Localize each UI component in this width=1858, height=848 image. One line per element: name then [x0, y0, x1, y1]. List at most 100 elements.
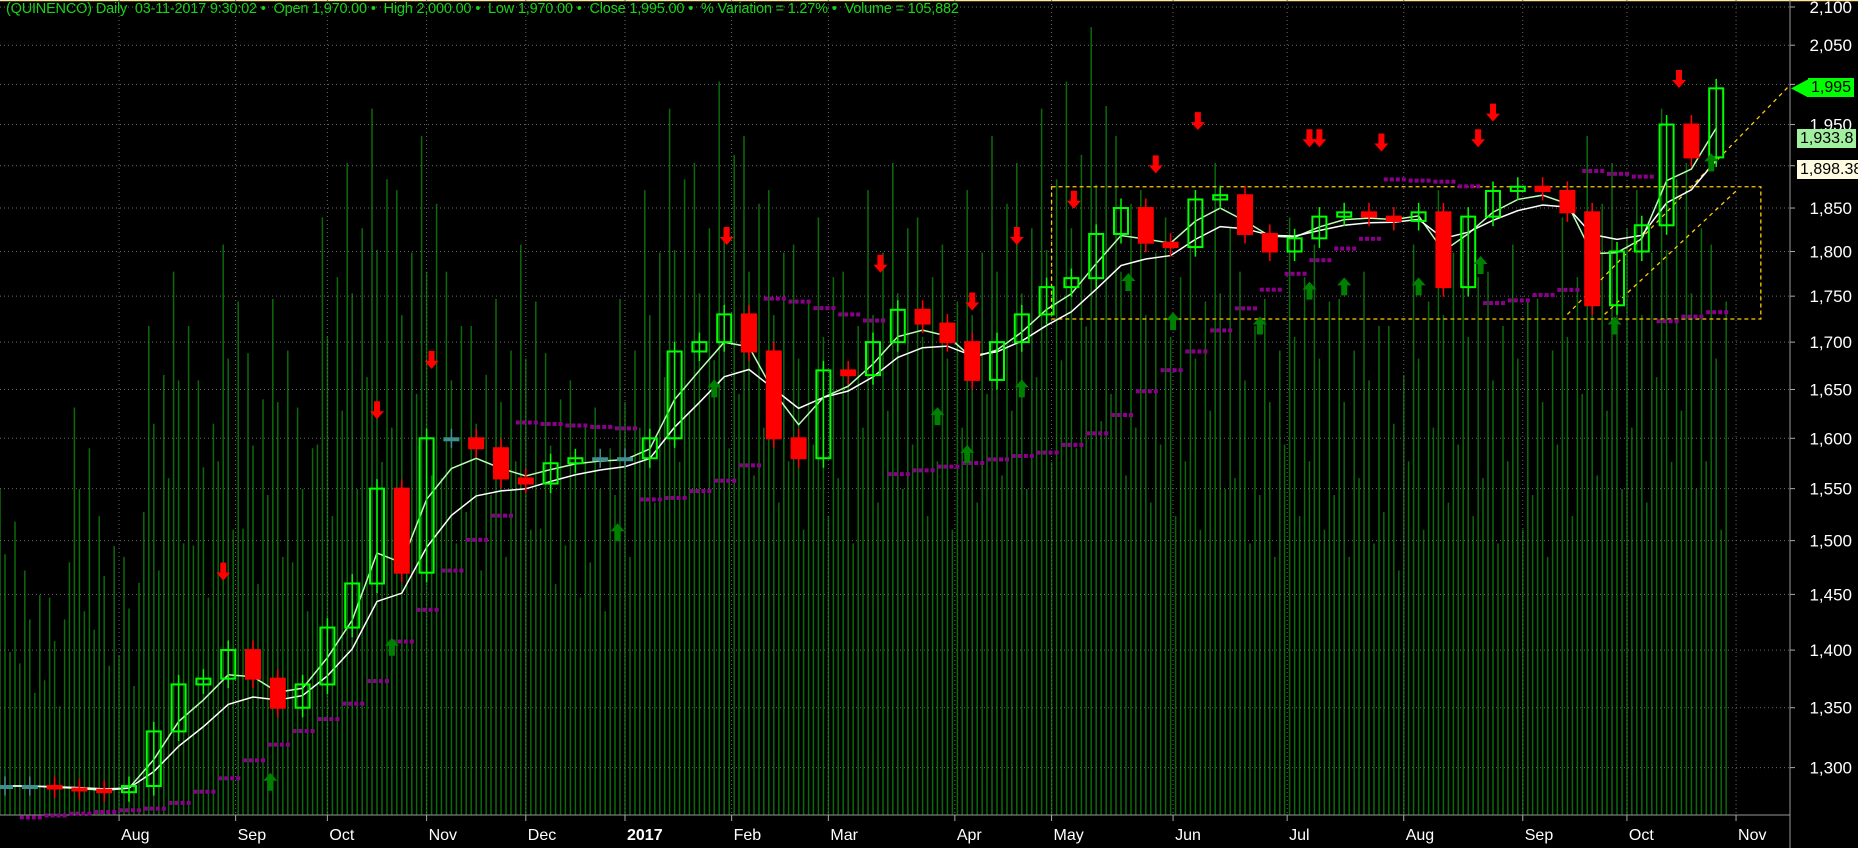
sar-dot: [552, 422, 557, 427]
sar-dot: [912, 468, 917, 473]
candle: [46, 785, 63, 790]
sar-dot: [56, 813, 61, 818]
candle: [1237, 194, 1253, 235]
candle: [741, 313, 757, 353]
sar-dot: [1067, 442, 1072, 447]
sar-dot: [1569, 287, 1574, 292]
sar-dot: [211, 789, 216, 794]
sar-dot: [403, 639, 408, 644]
sar-dot: [1141, 389, 1146, 394]
sar-dot: [459, 568, 464, 573]
sar-dot: [701, 489, 706, 494]
interval: Daily: [95, 1, 128, 17]
sar-dot: [149, 806, 154, 811]
y-tick-label: 1,550: [1809, 480, 1852, 499]
sar-dot: [905, 472, 910, 477]
sar-dot: [1594, 168, 1599, 173]
candle: [592, 457, 609, 462]
chart-header: (QUINENCO) Daily 03-11-2017 9:30:02 • Open…: [6, 1, 963, 17]
y-tick-label: 1,600: [1809, 429, 1852, 448]
sar-dot: [875, 318, 879, 323]
sar-dot: [788, 299, 793, 304]
sar-dot: [143, 806, 148, 811]
sar-dot: [168, 800, 173, 805]
x-tick-label: Apr: [957, 827, 983, 844]
separator: •: [260, 1, 266, 17]
sar-dot: [1210, 328, 1215, 333]
sar-dot: [503, 513, 507, 518]
sar-dot: [943, 464, 948, 469]
sar-dot: [602, 424, 607, 429]
x-tick-label: Nov: [429, 827, 457, 844]
sar-dot: [689, 489, 694, 494]
sar-dot: [180, 800, 185, 805]
sar-dot: [1334, 246, 1339, 251]
sar-dot: [825, 306, 830, 311]
sar-dot: [1185, 349, 1190, 354]
sar-dot: [428, 607, 433, 612]
candle: [493, 447, 509, 480]
sar-dot: [1712, 310, 1717, 315]
sar-dot: [193, 789, 198, 794]
sar-dot: [1451, 179, 1456, 184]
sar-dot: [515, 420, 520, 425]
sar-dot: [745, 463, 749, 468]
sar-dot: [1178, 368, 1183, 373]
sar-dot: [806, 299, 811, 304]
sar-dot: [1029, 453, 1034, 458]
sar-dot: [1061, 442, 1066, 447]
sar-dot: [645, 497, 650, 502]
sar-dot: [174, 800, 179, 805]
sar-dot: [1147, 389, 1152, 394]
sar-dot: [69, 811, 74, 816]
x-tick-label: 2017: [627, 827, 663, 844]
sar-dot: [466, 537, 471, 542]
candle: [71, 787, 88, 792]
sar-dot: [310, 729, 315, 734]
x-tick-label: Feb: [734, 827, 762, 844]
sar-dot: [335, 717, 340, 722]
sar-dot: [1092, 431, 1097, 436]
sar-dot: [367, 679, 371, 684]
sar-dot: [695, 489, 700, 494]
sar-dot: [1439, 179, 1444, 184]
sar-dot: [329, 717, 334, 722]
sar-dot: [1426, 178, 1431, 183]
y-tick-label: 1,650: [1809, 380, 1852, 399]
sar-dot: [1036, 450, 1041, 455]
candle: [840, 369, 857, 377]
sar-dot: [354, 701, 359, 706]
sar-dot: [856, 312, 861, 317]
sar-dot: [484, 537, 489, 542]
sar-dot: [987, 457, 991, 462]
candle: [1559, 189, 1576, 214]
sar-dot: [881, 318, 885, 323]
sar-dot: [819, 306, 824, 311]
sar-dot: [1042, 450, 1047, 455]
candle: [1683, 123, 1700, 159]
x-tick-label: Nov: [1738, 827, 1766, 844]
symbol: (QUINENCO): [6, 1, 92, 17]
candle: [790, 437, 807, 460]
sar-dot: [974, 460, 979, 465]
sar-dot: [1525, 298, 1530, 303]
sar-dot: [1327, 258, 1332, 263]
sar-dot: [1420, 178, 1425, 183]
sar-dot: [1389, 177, 1394, 182]
sar-dot: [1271, 287, 1276, 292]
sar-dot: [993, 457, 997, 462]
candle: [617, 457, 633, 462]
sar-dot: [1513, 298, 1518, 303]
sar-dot: [1718, 310, 1723, 315]
sar-dot: [106, 809, 111, 814]
price-chart[interactable]: 2,1002,0502,0001,9501,9001,8501,8001,750…: [0, 0, 1858, 848]
candle: [245, 649, 261, 680]
separator: •: [576, 1, 582, 17]
sar-dot: [434, 607, 439, 612]
sar-dot: [472, 537, 477, 542]
volume-value: Volume = 105,882: [844, 1, 959, 17]
sar-dot: [19, 815, 24, 820]
sar-dot: [863, 318, 867, 323]
sar-dot: [893, 472, 898, 477]
sar-dot: [1625, 171, 1629, 176]
